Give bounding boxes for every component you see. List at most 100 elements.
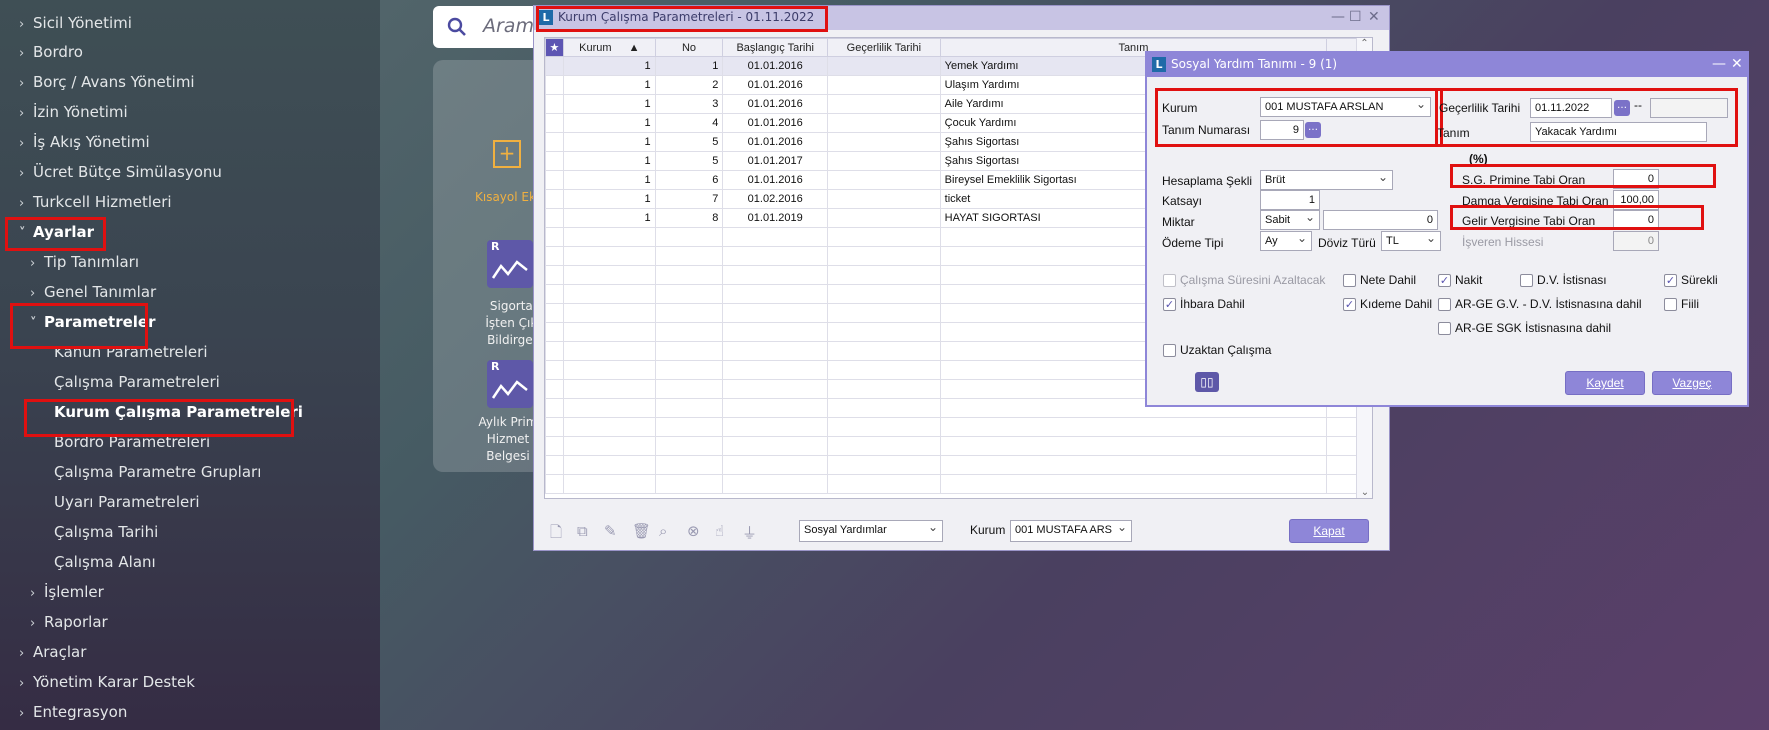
miktar-field[interactable]: 0	[1323, 210, 1438, 230]
hesaplama-label: Hesaplama Şekli	[1162, 174, 1253, 188]
sidebar-item-izin[interactable]: › İzin Yönetimi	[19, 99, 128, 125]
kideme-dahil-checkbox[interactable]: ✓	[1343, 298, 1356, 311]
favorite-icon[interactable]: ★	[545, 38, 564, 57]
table-cell: 1	[654, 56, 724, 76]
sort-asc-icon: ▲	[628, 41, 640, 54]
copy-icon[interactable]: ⧉	[577, 522, 588, 540]
hesaplama-select[interactable]: Brüt	[1260, 170, 1393, 190]
dialog-titlebar[interactable]: L Sosyal Yardım Tanımı - 9 (1) — ✕	[1147, 53, 1747, 77]
save-button[interactable]: Kaydet	[1565, 371, 1645, 395]
surekli-checkbox[interactable]: ✓	[1664, 274, 1677, 287]
app-logo-icon: L	[1152, 57, 1166, 72]
close-icon[interactable]: ✕	[1731, 56, 1743, 72]
filter-icon[interactable]: ⏚	[742, 522, 757, 543]
chevron-right-icon: ›	[30, 256, 36, 271]
add-shortcut-label: Kısayol Ek	[475, 190, 536, 204]
nete-dahil-checkbox[interactable]	[1343, 274, 1356, 287]
arge-sgk-checkbox[interactable]	[1438, 322, 1451, 335]
sidebar-item-sicil[interactable]: › Sicil Yönetimi	[19, 10, 132, 36]
sidebar-item-raporlar[interactable]: › Raporlar	[30, 609, 108, 635]
report-tile-icon[interactable]: R	[487, 360, 533, 408]
sidebar-item-calisma-param-gruplari[interactable]: Çalışma Parametre Grupları	[54, 459, 261, 485]
sidebar-item-calisma-tarihi[interactable]: Çalışma Tarihi	[54, 519, 158, 545]
ihbara-dahil-checkbox[interactable]: ✓	[1163, 298, 1176, 311]
table-cell: 01.01.2016	[722, 56, 829, 76]
odeme-select[interactable]: Ay	[1260, 231, 1312, 251]
sosyal-yardim-dialog: L Sosyal Yardım Tanımı - 9 (1) — ✕ Kurum…	[1145, 51, 1749, 407]
col-header-kurum[interactable]: Kurum ▲	[562, 38, 656, 57]
sidebar-item-calisma-param[interactable]: Çalışma Parametreleri	[54, 369, 220, 395]
sidebar-item-borc-avans[interactable]: › Borç / Avans Yönetimi	[19, 69, 195, 95]
dv-istisnasi-checkbox[interactable]	[1520, 274, 1533, 287]
close-button[interactable]: Kapat	[1289, 519, 1369, 543]
close-icon[interactable]: ✕	[1368, 9, 1380, 25]
scroll-up-icon[interactable]: ⌃	[1357, 38, 1372, 49]
arge-gv-label: AR-GE G.V. - D.V. İstisnasına dahil	[1455, 297, 1642, 311]
highlight-box	[10, 303, 148, 349]
surekli-label: Sürekli	[1681, 273, 1718, 287]
calisma-suresi-label: Çalışma Süresini Azaltacak	[1180, 273, 1326, 287]
search-icon	[447, 17, 466, 36]
sidebar-item-uyari-param[interactable]: Uyarı Parametreleri	[54, 489, 200, 515]
new-document-icon[interactable]: 🗋	[550, 522, 562, 547]
katsayi-label: Katsayı	[1162, 194, 1203, 208]
scroll-down-icon[interactable]: ⌄	[1357, 487, 1372, 498]
col-header-start[interactable]: Başlangıç Tarihi	[722, 38, 829, 57]
table-cell: 1	[562, 94, 656, 114]
add-shortcut-icon[interactable]: +	[493, 140, 521, 168]
ihbara-dahil-label: İhbara Dahil	[1180, 297, 1245, 311]
attachment-icon[interactable]: ▯▯	[1195, 372, 1219, 392]
sidebar-item-turkcell[interactable]: › Turkcell Hizmetleri	[19, 189, 172, 215]
arge-gv-checkbox[interactable]	[1438, 298, 1451, 311]
report-tile-icon[interactable]: R	[487, 240, 533, 288]
sidebar-item-islemler[interactable]: › İşlemler	[30, 579, 104, 605]
sidebar-item-is-akis[interactable]: › İş Akış Yönetimi	[19, 129, 150, 155]
table-cell: 01.01.2016	[722, 170, 829, 190]
miktar-type-select[interactable]: Sabit	[1260, 210, 1320, 230]
highlight-box	[1435, 88, 1738, 147]
nakit-checkbox[interactable]: ✓	[1438, 274, 1451, 287]
sidebar-item-genel-tanimlar[interactable]: › Genel Tanımlar	[30, 279, 156, 305]
chevron-right-icon: ›	[19, 17, 25, 32]
uzaktan-checkbox[interactable]	[1163, 344, 1176, 357]
table-cell	[827, 94, 941, 114]
table-cell	[545, 170, 564, 190]
isveren-field[interactable]: 0	[1613, 231, 1659, 251]
col-header-no[interactable]: No	[654, 38, 724, 57]
empty-row	[545, 474, 1372, 494]
preview-icon[interactable]: ⌕	[659, 522, 667, 540]
fiili-checkbox[interactable]	[1664, 298, 1677, 311]
minimize-icon[interactable]: —	[1331, 9, 1345, 25]
category-select[interactable]: Sosyal Yardımlar	[799, 520, 943, 542]
sidebar-item-entegrasyon[interactable]: › Entegrasyon	[19, 699, 127, 725]
edit-icon[interactable]: ✎	[604, 522, 617, 540]
col-header-valid[interactable]: Geçerlilik Tarihi	[827, 38, 941, 57]
maximize-icon[interactable]: ☐	[1349, 9, 1362, 25]
doviz-select[interactable]: TL	[1381, 231, 1441, 251]
table-cell	[545, 94, 564, 114]
sidebar-item-yonetim-karar[interactable]: › Yönetim Karar Destek	[19, 669, 195, 695]
kurum-filter-select[interactable]: 001 MUSTAFA ARS	[1010, 520, 1132, 542]
sidebar-item-tip-tanimlari[interactable]: › Tip Tanımları	[30, 249, 139, 275]
nete-dahil-label: Nete Dahil	[1360, 273, 1417, 287]
dv-istisnasi-label: D.V. İstisnası	[1537, 273, 1607, 287]
pointer-icon[interactable]: ☝	[715, 522, 724, 540]
table-cell: 4	[654, 113, 724, 133]
delete-icon[interactable]: 🗑	[632, 522, 651, 540]
sidebar-item-araclar[interactable]: › Araçlar	[19, 639, 86, 665]
table-cell	[545, 151, 564, 171]
empty-row	[545, 417, 1372, 437]
sidebar-item-ucret-butce[interactable]: › Ücret Bütçe Simülasyonu	[19, 159, 222, 185]
cancel-button[interactable]: Vazgeç	[1652, 371, 1732, 395]
table-cell: 1	[562, 189, 656, 209]
minimize-icon[interactable]: —	[1712, 56, 1726, 72]
sidebar-item-bordro[interactable]: › Bordro	[19, 39, 83, 65]
table-cell	[545, 208, 564, 228]
calisma-suresi-checkbox[interactable]	[1163, 274, 1176, 287]
sidebar-item-calisma-alani[interactable]: Çalışma Alanı	[54, 549, 156, 575]
table-cell: 1	[562, 151, 656, 171]
cancel-icon[interactable]: ⊗	[687, 522, 700, 540]
table-cell	[827, 132, 941, 152]
table-cell	[827, 208, 941, 228]
katsayi-field[interactable]: 1	[1260, 190, 1320, 210]
